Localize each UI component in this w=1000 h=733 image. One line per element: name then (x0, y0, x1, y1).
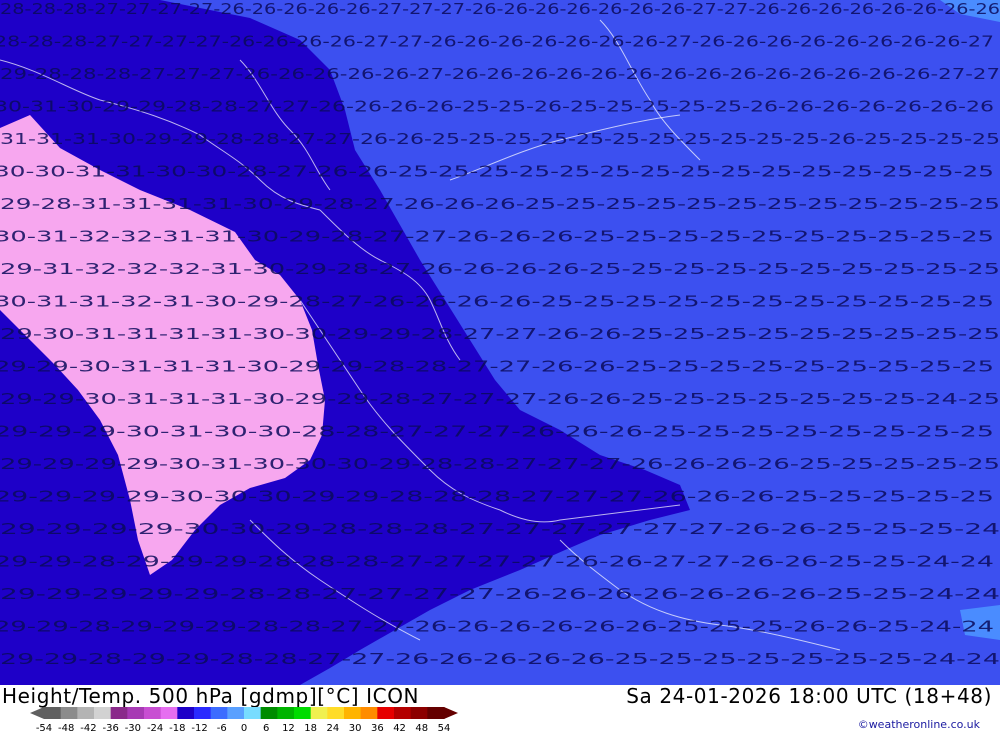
legend-tick-label: -12 (191, 723, 207, 733)
legend-tick-label: 12 (282, 723, 295, 733)
isotherm-labels: 28-28-28-27-27-27-27-26-26-26-26-26-27-2… (0, 0, 1000, 668)
color-scale-legend: -54 -48 -42 -36 -30 -24 -18 -12 -6 0 6 12 18 24 30 36 42… (30, 707, 458, 733)
isotherm-label-row: 29-29-29-29-30-30-29-28-28-28-27-27-27-2… (0, 520, 1000, 538)
legend-swatch (227, 707, 245, 719)
legend-tick-label: -30 (125, 723, 141, 733)
legend-swatch (327, 707, 345, 719)
legend-tick-label: 36 (371, 723, 384, 733)
isotherm-label-row: 28-28-28-27-27-27-27-26-26-26-26-26-27-2… (0, 0, 1000, 18)
legend-swatch (127, 707, 145, 719)
legend-tick-label: 18 (304, 723, 317, 733)
legend-tick-label: -54 (36, 723, 52, 733)
legend-swatch (210, 707, 228, 719)
legend-swatch (44, 707, 62, 719)
legend-swatch (410, 707, 428, 719)
legend-tick-label: 30 (349, 723, 362, 733)
isotherm-label-row: 29-29-28-29-29-29-28-28-27-27-26-26-26-2… (0, 618, 994, 636)
isotherm-label-row: 29-29-30-31-31-31-30-29-29-28-28-27-27-2… (0, 358, 994, 376)
isotherm-label-row: 30-31-31-32-31-30-29-28-27-26-26-26-26-2… (0, 293, 994, 311)
weather-map: 28-28-28-27-27-27-27-26-26-26-26-26-27-2… (0, 0, 1000, 685)
credit-link[interactable]: ©weatheronline.co.uk (858, 718, 980, 731)
legend-tick-label: -24 (147, 723, 163, 733)
legend-swatch (310, 707, 328, 719)
isotherm-label-row: 29-29-29-29-30-30-30-29-29-28-28-28-27-2… (0, 488, 994, 506)
legend-arrow-right (444, 707, 458, 719)
legend-tick-label: -42 (80, 723, 96, 733)
isotherm-label-row: 30-31-32-32-31-31-30-29-28-27-27-26-26-2… (0, 228, 994, 246)
legend-tick-label: 42 (393, 723, 406, 733)
isotherm-label-row: 29-29-30-31-31-31-30-29-29-28-27-27-27-2… (0, 390, 1000, 408)
legend-swatch (294, 707, 312, 719)
isotherm-label-row: 29-29-28-29-29-29-28-28-28-27-27-27-27-2… (0, 553, 994, 571)
legend-tick-label: 0 (241, 723, 247, 733)
legend-tick-label: -36 (102, 723, 118, 733)
legend-tick-label: 6 (263, 723, 269, 733)
legend-swatch (110, 707, 128, 719)
legend-swatch (94, 707, 112, 719)
isotherm-label-row: 29-29-29-29-29-28-28-27-27-27-27-26-26-2… (0, 585, 1000, 603)
legend-swatch (277, 707, 295, 719)
legend-tick-label: -48 (58, 723, 74, 733)
isotherm-label-row: 31-31-31-30-29-29-28-28-27-27-26-26-25-2… (0, 130, 1000, 148)
legend-tick-label: -18 (169, 723, 185, 733)
legend-swatch (344, 707, 362, 719)
isotherm-label-row: 28-28-28-27-27-27-27-26-26-26-26-27-27-2… (0, 33, 994, 51)
isotherm-label-row: 29-30-31-31-31-31-30-30-29-29-28-27-27-2… (0, 325, 1000, 343)
legend-swatch (177, 707, 195, 719)
valid-time: Sa 24-01-2026 18:00 UTC (18+48) (626, 684, 992, 708)
legend-swatch (60, 707, 78, 719)
legend-tick-label: 48 (415, 723, 428, 733)
isotherm-label-row: 29-29-29-30-31-30-30-28-28-27-27-27-26-2… (0, 423, 994, 441)
legend-swatch (260, 707, 278, 719)
isotherm-label-row: 29-28-28-28-27-27-27-26-26-26-26-26-27-2… (0, 65, 1000, 83)
isotherm-label-row: 30-31-30-29-29-28-28-27-27-26-26-26-26-2… (0, 98, 994, 116)
isotherm-label-row: 29-28-31-31-31-31-30-29-28-27-26-26-26-2… (0, 195, 1000, 213)
isotherm-label-row: 30-30-31-31-30-30-28-27-26-26-25-25-25-2… (0, 163, 994, 181)
legend-swatch (77, 707, 95, 719)
isotherm-label-row: 29-29-28-29-29-28-28-27-27-26-26-26-26-2… (0, 650, 1000, 668)
legend-swatch (427, 707, 445, 719)
legend-swatch (160, 707, 178, 719)
legend-tick-label: 54 (438, 723, 451, 733)
legend-swatch (377, 707, 395, 719)
legend-arrow-left (30, 707, 44, 719)
isotherm-label-row: 29-29-29-29-30-31-30-30-30-29-28-28-27-2… (0, 455, 1000, 473)
legend-swatch (360, 707, 378, 719)
isotherm-label-row: 29-31-32-32-32-31-30-29-28-27-26-26-26-2… (0, 260, 1000, 278)
legend-tick-label: 24 (327, 723, 340, 733)
legend-swatch (144, 707, 162, 719)
legend-swatch (194, 707, 212, 719)
legend-swatch (244, 707, 262, 719)
legend-swatch (394, 707, 412, 719)
legend-tick-label: -6 (217, 723, 227, 733)
